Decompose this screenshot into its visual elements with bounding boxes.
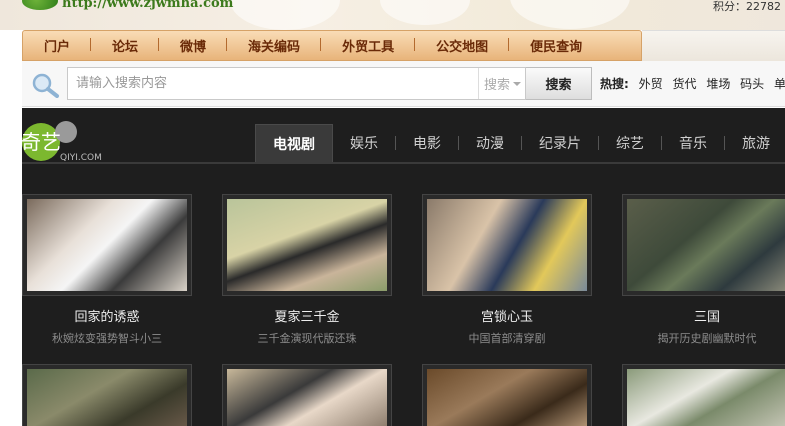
tab-variety[interactable]: 综艺 [599,124,661,162]
video-title[interactable]: 宫锁心玉 [422,306,592,325]
video-tabs: 电视剧 娱乐 电影 动漫 纪录片 综艺 音乐 旅游 [255,124,785,162]
search-type-select[interactable]: 搜索 [478,68,526,99]
site-logo-icon[interactable] [22,0,58,10]
search-input[interactable] [68,68,478,99]
video-subtitle: 秋婉炫变强势智斗小三 [52,332,162,345]
tab-entertainment[interactable]: 娱乐 [333,124,395,162]
thumbnail-image [227,369,387,426]
site-url[interactable]: http://www.zjwmha.com [62,0,233,11]
search-button[interactable]: 搜索 [526,67,592,100]
nav-filler [642,30,785,61]
search-bar: 搜索 搜索 热搜: 外贸 货代 堆场 码头 单证 [22,61,785,107]
hot-term[interactable]: 堆场 [706,77,730,91]
decor-bubble [380,0,470,25]
hot-term[interactable]: 单证 [774,77,785,91]
video-thumbnail[interactable] [622,194,785,296]
thumbnail-image [627,199,785,291]
nav-item-bus-map[interactable]: 公交地图 [415,36,510,55]
tabs-divider [22,162,785,164]
tab-music[interactable]: 音乐 [662,124,724,162]
tab-movie[interactable]: 电影 [396,124,458,162]
tab-tv[interactable]: 电视剧 [255,124,333,162]
video-subtitle: 揭开历史剧幽默时代 [657,332,757,345]
hot-term[interactable]: 外贸 [639,77,663,91]
nav-item-weibo[interactable]: 微博 [159,36,228,55]
hot-searches: 热搜: 外贸 货代 堆场 码头 单证 [600,75,785,92]
chevron-down-icon [513,81,521,86]
video-subtitle: 中国首部清穿剧 [468,332,546,345]
video-thumbnail[interactable] [222,364,392,426]
nav-item-services[interactable]: 便民查询 [509,36,603,55]
nav-item-portal[interactable]: 门户 [23,36,92,55]
thumbnail-image [27,199,187,291]
tab-documentary[interactable]: 纪录片 [522,124,598,162]
video-title[interactable]: 夏家三千金 [222,306,392,325]
video-thumbnail[interactable] [222,194,392,296]
video-thumbnail[interactable] [22,194,192,296]
search-type-label: 搜索 [483,78,510,93]
video-thumbnail[interactable] [22,364,192,426]
hot-term[interactable]: 码头 [740,77,764,91]
nav-item-forum[interactable]: 论坛 [91,36,160,55]
video-title[interactable]: 三国 [622,306,785,325]
hot-label: 热搜: [600,77,629,91]
decor-bubble [230,0,340,30]
main-nav: 门户 论坛 微博 海关编码 外贸工具 公交地图 便民查询 [22,30,642,61]
tab-anime[interactable]: 动漫 [459,124,521,162]
nav-item-trade-tools[interactable]: 外贸工具 [321,36,416,55]
video-subtitle: 三千金演现代版还珠 [257,332,357,345]
thumbnail-image [27,369,187,426]
nav-item-customs-code[interactable]: 海关编码 [227,36,322,55]
logo-sub: QIYI.COM [60,153,102,162]
video-panel: 奇艺 QIYI.COM 电视剧 娱乐 电影 动漫 纪录片 综艺 音乐 旅游 回家… [22,108,785,426]
video-title[interactable]: 回家的诱惑 [22,306,192,325]
search-box: 搜索 [67,67,526,100]
thumbnail-image [427,199,587,291]
thumbnail-image [227,199,387,291]
thumbnail-image [627,369,785,426]
search-icon [32,73,59,98]
logo-char: 奇艺 [22,130,61,154]
thumbnail-image [427,369,587,426]
video-thumbnail[interactable] [622,364,785,426]
video-thumbnail[interactable] [422,194,592,296]
tab-travel[interactable]: 旅游 [725,124,785,162]
video-thumbnail[interactable] [422,364,592,426]
user-points: 积分：22782 [713,0,781,13]
top-banner: http://www.zjwmha.com 积分：22782 [0,0,785,30]
decor-bubble [510,0,630,29]
qiyi-logo-icon[interactable]: 奇艺 QIYI.COM [22,116,122,162]
hot-term[interactable]: 货代 [672,77,696,91]
